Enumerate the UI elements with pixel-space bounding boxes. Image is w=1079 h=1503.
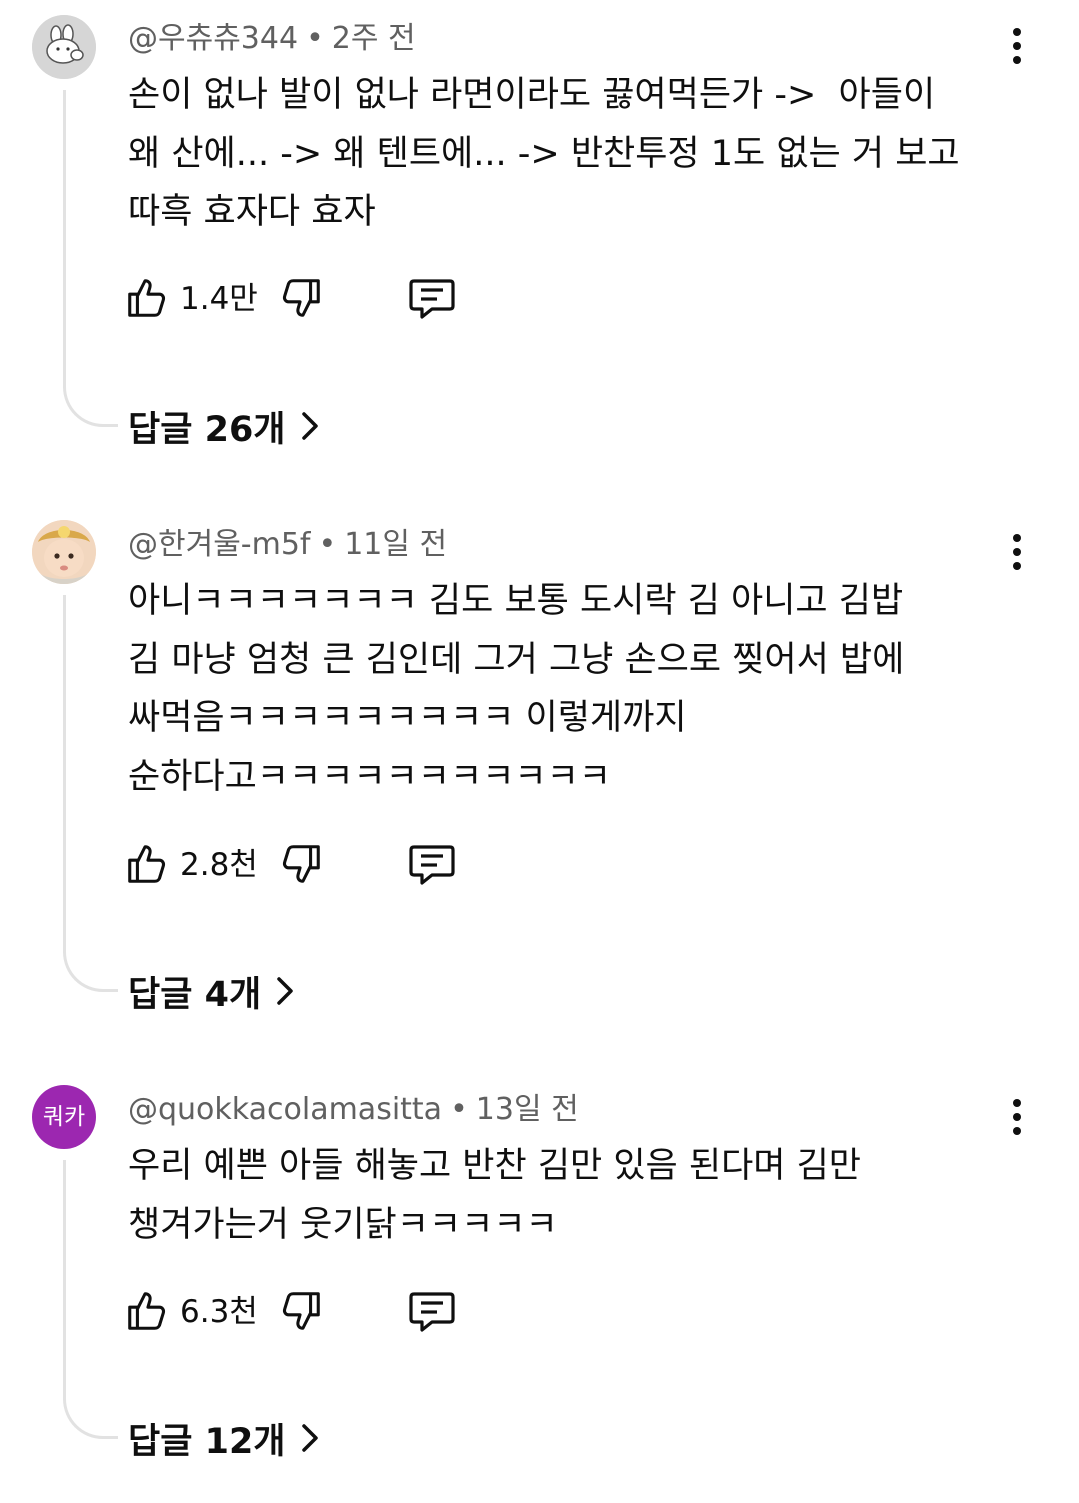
replies-button[interactable]: 답글 12개: [128, 1413, 320, 1463]
reply-icon[interactable]: [408, 1290, 456, 1334]
thread-line: [63, 595, 118, 992]
replies-label: 답글 26개: [128, 409, 286, 450]
comment-actions: 1.4만: [124, 275, 484, 325]
meta-separator: •: [450, 1092, 468, 1127]
more-options-icon[interactable]: [1004, 1097, 1030, 1137]
meta-separator: •: [318, 527, 337, 562]
comments-list: @우츄츄344 • 2주 전 손이 없나 발이 없나 라면이라도 끓여먹든가 -> …: [0, 0, 1079, 1503]
comment-meta: @한겨울-m5f • 11일 전: [128, 525, 447, 565]
comment-time[interactable]: 11일 전: [344, 527, 447, 562]
more-options-icon[interactable]: [1004, 26, 1030, 66]
thread-line: [63, 90, 118, 427]
avatar-initials: 쿼카: [42, 1103, 86, 1130]
comment-actions: 6.3천: [124, 1288, 484, 1338]
more-options-icon[interactable]: [1004, 532, 1030, 572]
thumbs-up-icon[interactable]: [124, 841, 170, 887]
replies-button[interactable]: 답글 4개: [128, 966, 295, 1016]
reply-icon[interactable]: [408, 277, 456, 321]
replies-label: 답글 4개: [128, 974, 262, 1015]
replies-button[interactable]: 답글 26개: [128, 401, 320, 451]
chevron-right-icon: [277, 977, 293, 1005]
bunny-doodle-icon: [32, 15, 96, 79]
comment-text: 아니ㅋㅋㅋㅋㅋㅋㅋ 김도 보통 도시락 김 아니고 김밥 김 마냥 엄청 큰 김…: [128, 581, 905, 797]
comment-time[interactable]: 2주 전: [332, 21, 416, 56]
avatar[interactable]: 쿼카: [32, 1085, 96, 1149]
meta-separator: •: [306, 21, 324, 56]
avatar[interactable]: [32, 15, 96, 79]
thumbs-up-icon[interactable]: [124, 1288, 170, 1334]
baby-photo-icon: [32, 520, 96, 584]
chevron-right-icon: [301, 412, 318, 440]
like-count: 1.4만: [180, 281, 258, 317]
thumbs-down-icon[interactable]: [278, 1288, 324, 1334]
thumbs-down-icon[interactable]: [278, 275, 324, 321]
comment-author[interactable]: @우츄츄344: [128, 21, 298, 56]
comment-author[interactable]: @quokkacolamasitta: [128, 1092, 442, 1127]
comment-meta: @quokkacolamasitta • 13일 전: [128, 1090, 579, 1130]
replies-label: 답글 12개: [128, 1421, 286, 1462]
comment-author[interactable]: @한겨울-m5f: [128, 527, 311, 562]
comment-text: 손이 없나 발이 없나 라면이라도 끓여먹든가 -> 아들이 왜 산에... -…: [128, 75, 960, 232]
like-count: 2.8천: [180, 847, 258, 883]
chevron-right-icon: [301, 1424, 318, 1452]
like-count: 6.3천: [180, 1294, 258, 1330]
thread-line: [63, 1160, 118, 1439]
comment-time[interactable]: 13일 전: [476, 1092, 579, 1127]
comment-actions: 2.8천: [124, 841, 484, 891]
reply-icon[interactable]: [408, 843, 456, 887]
thumbs-up-icon[interactable]: [124, 275, 170, 321]
comment-text: 우리 예쁜 아들 해놓고 반찬 김만 있음 된다며 김만 챙겨가는거 웃기닭ㅋㅋ…: [128, 1146, 862, 1245]
thumbs-down-icon[interactable]: [278, 841, 324, 887]
avatar[interactable]: [32, 520, 96, 584]
comment-meta: @우츄츄344 • 2주 전: [128, 19, 416, 59]
